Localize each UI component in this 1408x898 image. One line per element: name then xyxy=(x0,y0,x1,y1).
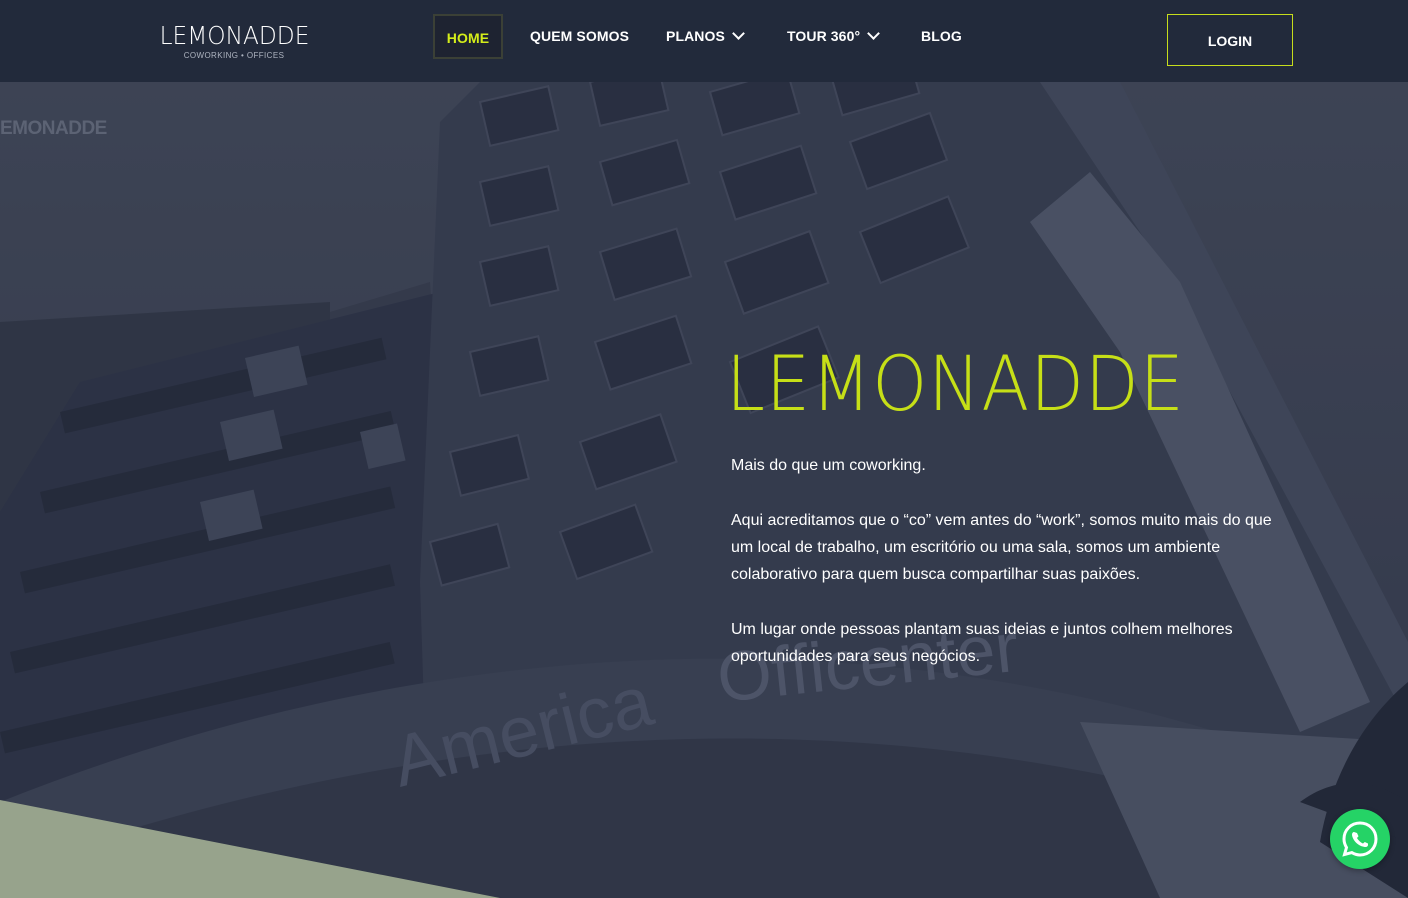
brand-tagline: COWORKING • OFFICES xyxy=(183,51,285,60)
nav-blog[interactable]: BLOG xyxy=(921,14,962,59)
chevron-down-icon xyxy=(867,27,881,40)
nav-home-label: HOME xyxy=(446,30,490,46)
watermark-text: EMONADDE xyxy=(0,118,107,139)
whatsapp-button[interactable] xyxy=(1330,809,1390,869)
site-header: LEMONADDE COWORKING • OFFICES HOME QUEM … xyxy=(0,0,1408,82)
nav-quem-somos[interactable]: QUEM SOMOS xyxy=(530,14,629,59)
hero-paragraph-1: Mais do que um coworking. xyxy=(731,457,926,474)
hero-section: America Officenter EMONADDE LEMONADDE Ma… xyxy=(0,82,1408,898)
hero-paragraph-2: Aqui acreditamos que o “co” vem antes do… xyxy=(731,512,1272,583)
nav-blog-label: BLOG xyxy=(921,28,962,44)
nav-tour-360[interactable]: TOUR 360° xyxy=(787,14,881,59)
nav-quem-somos-label: QUEM SOMOS xyxy=(530,28,630,44)
whatsapp-icon xyxy=(1342,821,1378,857)
hero-title: LEMONADDE xyxy=(726,339,1185,428)
login-button[interactable]: LOGIN xyxy=(1167,14,1293,66)
nav-planos[interactable]: PLANOS xyxy=(666,14,745,59)
chevron-down-icon xyxy=(732,27,745,40)
building-background-image: America Officenter xyxy=(0,82,1408,898)
brand-logo[interactable]: LEMONADDE COWORKING • OFFICES xyxy=(154,21,314,61)
nav-home[interactable]: HOME xyxy=(433,14,503,59)
hero-paragraph-3: Um lugar onde pessoas plantam suas ideia… xyxy=(731,621,1233,665)
nav-planos-label: PLANOS xyxy=(666,28,725,44)
nav-tour-360-label: TOUR 360° xyxy=(787,28,861,44)
brand-name: LEMONADDE xyxy=(159,21,310,50)
